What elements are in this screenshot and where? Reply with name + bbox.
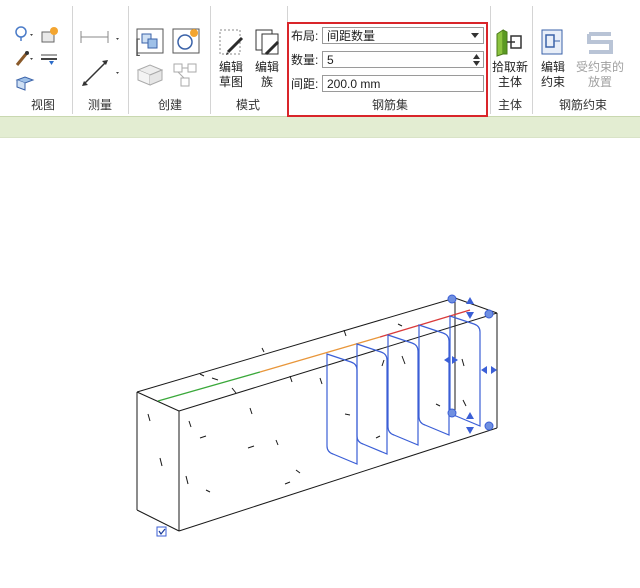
constrained-placement-label-1: 受约束的 (575, 60, 624, 74)
measure-icon[interactable] (78, 56, 126, 93)
edit-family-label-2: 族 (260, 75, 273, 89)
pick-host-label-1: 拾取新 (491, 60, 528, 74)
panel-divider (128, 6, 129, 114)
panel-label-measure: 测量 (87, 98, 112, 112)
view-checkbox[interactable] (156, 526, 167, 537)
edit-family-label-1: 编辑 (254, 60, 279, 74)
edit-constraints-button[interactable]: 编辑 约束 (536, 26, 570, 90)
create-component-icon[interactable] (170, 26, 204, 59)
edit-sketch-icon (219, 29, 244, 55)
create-parts-icon (134, 60, 168, 93)
constrained-placement-icon (587, 32, 613, 54)
thin-lines-icon[interactable] (39, 50, 61, 71)
edit-family-icon (255, 29, 280, 56)
beam-rebar-view[interactable] (0, 138, 640, 585)
ribbon-panel-band (0, 116, 640, 138)
edit-constraints-label-2: 约束 (540, 75, 565, 89)
panel-label-host: 主体 (497, 98, 522, 112)
bulb-icon[interactable] (14, 26, 36, 47)
edit-sketch-button[interactable]: 编辑 草图 (214, 26, 248, 90)
edit-family-button[interactable]: 编辑 族 (250, 26, 284, 90)
create-group-icon[interactable]: [ (134, 26, 168, 59)
render-icon[interactable] (39, 26, 61, 47)
edit-sketch-label-2: 草图 (218, 75, 243, 89)
panel-label-mode: 模式 (235, 98, 260, 112)
viewport-3d[interactable] (0, 138, 640, 585)
panel-label-create: 创建 (157, 98, 182, 112)
axis-x-line (157, 371, 261, 402)
axis-red-line (379, 309, 471, 338)
constrained-placement-label-2: 放置 (587, 75, 612, 89)
panel-divider (72, 6, 73, 114)
edit-sketch-label-1: 编辑 (218, 60, 243, 74)
panel-label-view: 视图 (30, 98, 55, 112)
svg-text:[: [ (135, 36, 140, 56)
panel-divider (210, 6, 211, 114)
pick-host-icon (496, 29, 522, 57)
ribbon: 视图 测量 [ 创建 编辑 草图 编辑 族 模式 布局: 间距数量 数量: 5 … (0, 0, 640, 138)
panel-divider (532, 6, 533, 114)
panel-label-rebar-constraints: 钢筋约束 (558, 98, 607, 112)
rebar-set-highlight (287, 22, 488, 117)
aligned-dimension-icon[interactable] (78, 26, 126, 51)
create-assembly-icon (170, 60, 204, 93)
pick-new-host-button[interactable]: 拾取新 主体 (491, 26, 529, 90)
rebar-stirrups[interactable] (326, 315, 481, 465)
section-box-icon[interactable] (14, 74, 36, 95)
edit-constraints-label-1: 编辑 (540, 60, 565, 74)
pick-host-label-2: 主体 (497, 75, 522, 89)
edit-constraints-icon (541, 29, 563, 55)
constrained-placement-button: 受约束的 放置 (572, 26, 628, 90)
paint-brush-icon[interactable] (14, 50, 36, 71)
